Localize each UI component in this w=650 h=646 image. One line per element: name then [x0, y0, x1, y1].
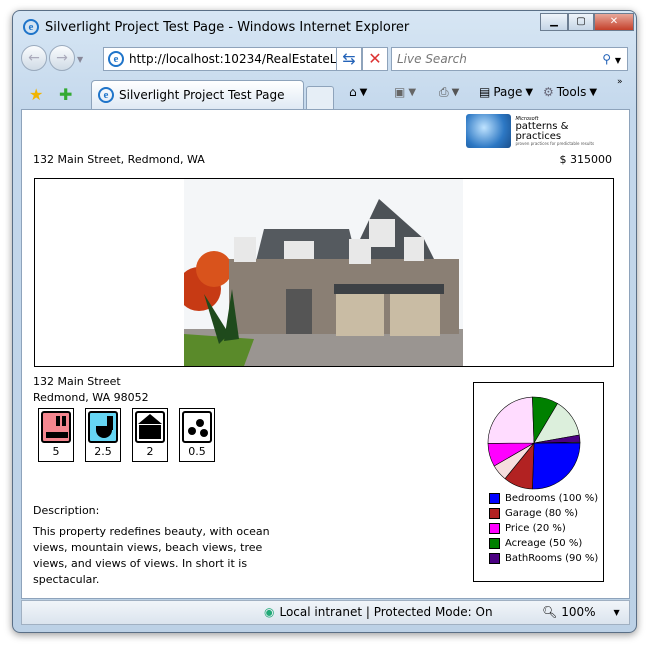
- refresh-button[interactable]: ⇆: [336, 47, 362, 71]
- status-bar: ◉ Local intranet | Protected Mode: On 🔍︎ 1…: [21, 600, 630, 625]
- legend-price: Price (20 %): [489, 523, 566, 534]
- minimize-button[interactable]: ▁: [540, 13, 568, 31]
- legend-swatch: [489, 493, 500, 504]
- globe-icon: ◉: [264, 605, 275, 619]
- history-dropdown[interactable]: ▼: [77, 55, 83, 71]
- feature-garage: 2: [132, 408, 168, 462]
- house-photo: [184, 179, 463, 366]
- ie-icon: e: [98, 87, 114, 103]
- pie-chart: [487, 396, 581, 490]
- legend-label: Garage (80 %): [505, 508, 579, 519]
- zone-indicator[interactable]: ◉ Local intranet | Protected Mode: On: [264, 605, 493, 619]
- tools-menu[interactable]: ⚙ Tools ▼: [543, 85, 597, 99]
- feature-value: 2.5: [94, 445, 112, 458]
- tab-silverlight[interactable]: e Silverlight Project Test Page: [91, 80, 304, 109]
- feature-value: 0.5: [188, 445, 206, 458]
- add-favorites-icon[interactable]: ✚: [59, 85, 72, 104]
- feature-value: 5: [52, 445, 60, 458]
- legend-label: Bedrooms (100 %): [505, 493, 599, 504]
- feature-acreage: 0.5: [179, 408, 215, 462]
- heading-address: 132 Main Street, Redmond, WA: [33, 153, 205, 166]
- legend-label: Price (20 %): [505, 523, 566, 534]
- zone-text: Local intranet | Protected Mode: On: [279, 605, 493, 619]
- window-title: Silverlight Project Test Page - Windows …: [45, 19, 410, 35]
- title-bar: e Silverlight Project Test Page - Windows…: [23, 19, 409, 35]
- home-button[interactable]: ⌂ ▼: [349, 85, 367, 99]
- page-content: Microsoft patterns & practices proven prac…: [21, 109, 630, 599]
- page-label: Page: [493, 85, 523, 99]
- gear-icon: ⚙: [543, 85, 554, 99]
- ie-icon: e: [23, 19, 39, 35]
- page-menu[interactable]: ▤ Page ▼: [479, 85, 533, 99]
- legend-label: BathRooms (90 %): [505, 553, 599, 564]
- description-text: This property redefines beauty, with oce…: [33, 525, 270, 586]
- description-label: Description:: [33, 504, 100, 517]
- legend-swatch: [489, 553, 500, 564]
- feature-bathrooms: 2.5: [85, 408, 121, 462]
- chevron-more-icon[interactable]: »: [617, 77, 623, 87]
- tab-label: Silverlight Project Test Page: [119, 88, 285, 102]
- print-button[interactable]: ⎙ ▼: [439, 85, 459, 100]
- bedroom-icon: [41, 411, 71, 443]
- zoom-icon: 🔍︎: [542, 605, 558, 619]
- new-tab-button[interactable]: [306, 86, 334, 109]
- legend-label: Acreage (50 %): [505, 538, 583, 549]
- feeds-button[interactable]: ▣ ▼: [394, 85, 416, 99]
- zoom-dropdown[interactable]: ▼: [614, 608, 620, 619]
- bathroom-icon: [88, 411, 118, 443]
- favorites-star-icon[interactable]: ★: [29, 85, 43, 104]
- tab-bar: ★ ✚ e Silverlight Project Test Page ⌂ ▼ ▣…: [19, 77, 631, 109]
- legend-bathrooms: BathRooms (90 %): [489, 553, 598, 564]
- legend-bedrooms: Bedrooms (100 %): [489, 493, 598, 504]
- forward-button[interactable]: →: [49, 45, 75, 71]
- page-icon: e: [108, 51, 124, 67]
- acreage-icon: [182, 411, 212, 443]
- patterns-practices-logo: Microsoft patterns & practices proven prac…: [466, 113, 616, 149]
- legend-garage: Garage (80 %): [489, 508, 578, 519]
- feature-value: 2: [146, 445, 154, 458]
- pie-slice-bedrooms: [532, 442, 581, 490]
- close-button[interactable]: ✕: [594, 13, 634, 31]
- legend-acreage: Acreage (50 %): [489, 538, 582, 549]
- garage-icon: [135, 411, 165, 443]
- legend-swatch: [489, 523, 500, 534]
- search-icon[interactable]: ⚲ ▼: [602, 52, 627, 66]
- stop-button[interactable]: ✕: [362, 47, 388, 71]
- legend-swatch: [489, 508, 500, 519]
- feature-bedrooms: 5: [38, 408, 74, 462]
- tools-label: Tools: [556, 85, 587, 99]
- house-photo-frame: [34, 178, 614, 367]
- street: 132 Main Street: [33, 375, 121, 388]
- browser-window: e Silverlight Project Test Page - Windows…: [12, 10, 637, 633]
- maximize-button[interactable]: ▢: [568, 13, 594, 31]
- address-input[interactable]: http://localhost:10234/RealEstateLis: [129, 52, 346, 66]
- city: Redmond, WA 98052: [33, 391, 149, 404]
- back-button[interactable]: ←: [21, 45, 47, 71]
- search-box[interactable]: Live Search ⚲ ▼: [391, 47, 628, 71]
- zoom-level: 100%: [561, 605, 596, 619]
- search-input[interactable]: Live Search: [397, 52, 467, 66]
- price: $ 315000: [559, 153, 613, 166]
- pie-chart-panel: Bedrooms (100 %) Garage (80 %) Price (20…: [473, 382, 604, 582]
- zoom-control[interactable]: 🔍︎ 100% ▼: [542, 605, 620, 619]
- legend-swatch: [489, 538, 500, 549]
- pie-slice-price-remainder: [487, 396, 535, 444]
